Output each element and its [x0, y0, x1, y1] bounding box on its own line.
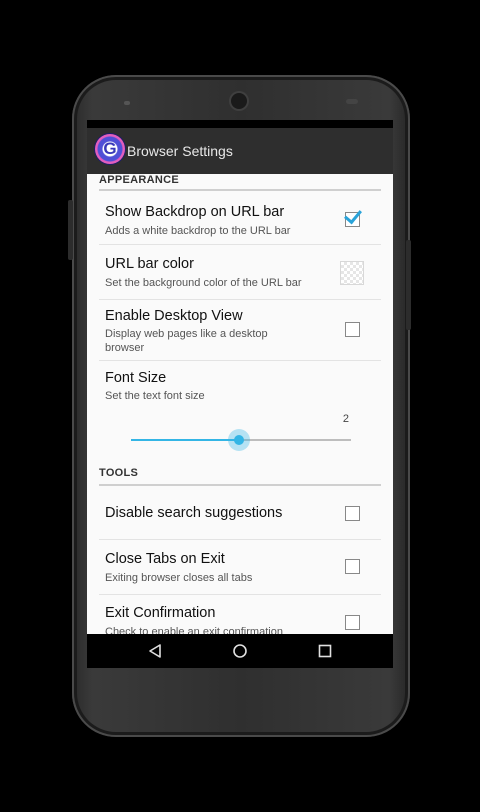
pref-title: Close Tabs on Exit: [105, 551, 225, 567]
app-logo-icon[interactable]: G: [95, 134, 125, 164]
app-logo-letter: G: [103, 139, 117, 158]
pref-desktop-view[interactable]: Enable Desktop View Display web pages li…: [99, 300, 381, 360]
font-size-slider[interactable]: [131, 429, 351, 451]
pref-title: Show Backdrop on URL bar: [105, 204, 285, 220]
volume-button: [406, 240, 411, 330]
category-divider: [99, 189, 381, 191]
slider-fill: [131, 439, 239, 441]
font-size-value: 2: [342, 413, 349, 425]
status-bar: [87, 120, 393, 128]
pref-title: Disable search suggestions: [105, 505, 283, 521]
pref-title: Enable Desktop View: [105, 308, 243, 324]
search-suggestions-checkbox[interactable]: [345, 506, 360, 521]
color-swatch[interactable]: [340, 261, 364, 285]
home-icon[interactable]: [220, 634, 260, 668]
category-tools: TOOLS: [99, 467, 139, 479]
proximity-sensor: [346, 99, 358, 104]
front-camera: [231, 93, 247, 109]
pref-show-backdrop[interactable]: Show Backdrop on URL bar Adds a white ba…: [99, 196, 381, 244]
close-tabs-checkbox[interactable]: [345, 559, 360, 574]
back-icon[interactable]: [135, 634, 175, 668]
checkmark-icon: [344, 205, 362, 225]
slider-thumb[interactable]: [228, 429, 250, 451]
pref-summary: Adds a white backdrop to the URL bar: [105, 225, 291, 237]
desktop-view-checkbox[interactable]: [345, 322, 360, 337]
pref-summary: Display web pages like a desktop browser: [105, 328, 268, 354]
pref-close-tabs-on-exit[interactable]: Close Tabs on Exit Exiting browser close…: [99, 540, 381, 594]
pref-exit-confirmation[interactable]: Exit Confirmation Check to enable an exi…: [99, 595, 381, 634]
exit-confirmation-checkbox[interactable]: [345, 615, 360, 630]
page-title: Browser Settings: [127, 143, 233, 159]
category-appearance: APPEARANCE: [99, 174, 180, 186]
action-bar: G Browser Settings: [87, 128, 393, 174]
navigation-bar: [87, 634, 393, 668]
pref-title: Exit Confirmation: [105, 605, 216, 621]
settings-list[interactable]: APPEARANCE Show Backdrop on URL bar Adds…: [87, 174, 393, 634]
pref-summary: Exiting browser closes all tabs: [105, 572, 253, 584]
show-backdrop-checkbox[interactable]: [344, 205, 362, 227]
pref-disable-search-suggestions[interactable]: Disable search suggestions: [99, 486, 381, 539]
pref-url-bar-color[interactable]: URL bar color Set the background color o…: [99, 245, 381, 299]
pref-summary: Set the text font size: [105, 390, 205, 402]
power-button: [68, 200, 73, 260]
recents-icon[interactable]: [305, 634, 345, 668]
pref-title: URL bar color: [105, 256, 194, 272]
pref-title: Font Size: [105, 370, 167, 386]
front-sensor: [124, 101, 130, 105]
pref-summary: Check to enable an exit confirmation: [105, 626, 283, 634]
pref-summary: Set the background color of the URL bar: [105, 277, 302, 289]
screen: G Browser Settings APPEARANCE Show Backd…: [87, 120, 393, 668]
